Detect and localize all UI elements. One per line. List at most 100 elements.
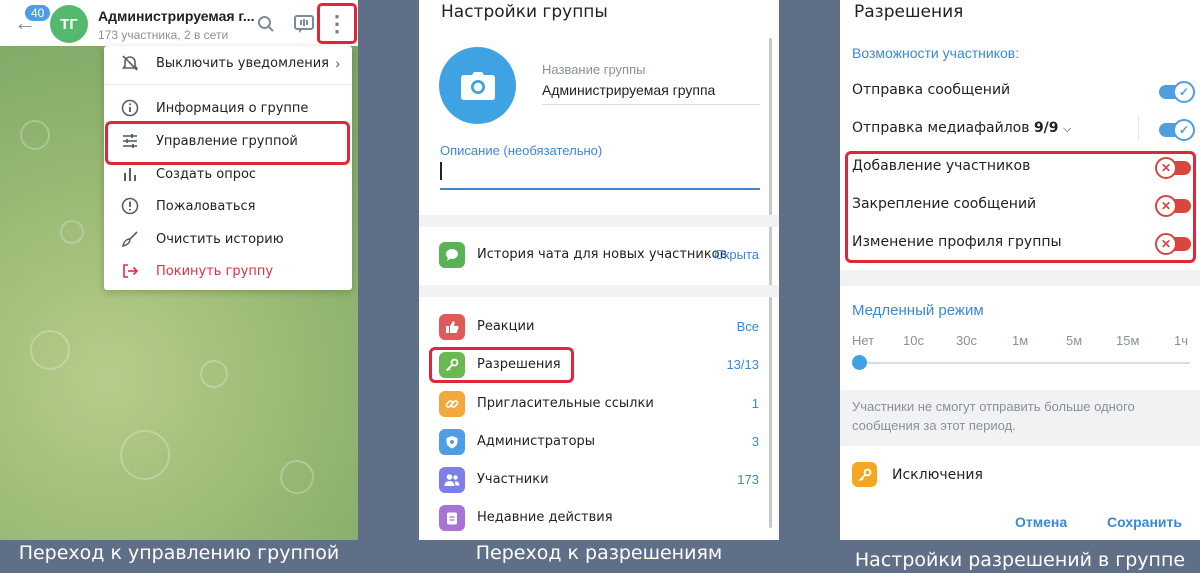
check-icon: ✓ — [1173, 81, 1195, 103]
group-subtitle: 173 участника, 2 в сети — [98, 28, 229, 42]
chat-screen: ← 40 ТГ Администрируемая г... 173 участн… — [0, 0, 358, 540]
row-label: Участники — [477, 472, 549, 487]
slow-mode-slider[interactable] — [858, 362, 1190, 364]
group-title[interactable]: Администрируемая г... — [98, 8, 255, 24]
more-vertical-icon: ⋮ — [326, 10, 348, 36]
highlight-restricted-permissions — [845, 151, 1196, 263]
perm-send-media-label: Отправка медиафайлов — [852, 120, 1030, 136]
menu-item-label: Создать опрос — [156, 166, 257, 182]
row-members[interactable]: Участники 173 — [419, 462, 769, 498]
chat-header: ← 40 ТГ Администрируемая г... 173 участн… — [0, 0, 358, 46]
vertical-separator — [1138, 116, 1139, 140]
slow-mode-title: Медленный режим — [852, 302, 984, 319]
row-label: Реакции — [477, 319, 535, 334]
perm-send-media-count: 9/9 — [1033, 120, 1059, 136]
menu-item-leave-group[interactable]: Покинуть группу — [104, 257, 352, 285]
row-label: Администраторы — [477, 434, 596, 449]
section-divider — [840, 270, 1200, 286]
save-button[interactable]: Сохранить — [1107, 514, 1182, 530]
more-menu-button[interactable]: ⋮ — [317, 3, 357, 44]
section-divider — [419, 215, 779, 227]
clipboard-icon — [439, 505, 465, 531]
users-icon — [439, 467, 465, 493]
info-icon — [104, 99, 156, 117]
menu-item-group-info[interactable]: Информация о группе — [104, 94, 352, 122]
camera-icon — [460, 71, 495, 100]
highlight-permissions — [429, 347, 574, 383]
cancel-button[interactable]: Отмена — [1015, 514, 1067, 530]
unread-badge: 40 — [25, 5, 51, 21]
scrollbar[interactable] — [769, 38, 772, 528]
text-cursor — [440, 162, 442, 180]
chevron-down-icon: ⌵ — [1063, 122, 1072, 135]
row-value: 13/13 — [726, 357, 759, 372]
voice-chat-icon[interactable] — [294, 15, 314, 38]
row-value: Все — [736, 319, 759, 334]
menu-item-report[interactable]: Пожаловаться — [104, 192, 352, 220]
section-divider — [419, 285, 779, 297]
group-name-underline — [542, 104, 760, 105]
chevron-right-icon: › — [335, 55, 340, 71]
slow-mode-tick: 5м — [1066, 333, 1083, 348]
menu-divider — [104, 84, 352, 85]
slow-mode-info: Участники не смогут отправить больше одн… — [840, 390, 1200, 446]
wallpaper-doodle — [280, 460, 314, 494]
slow-mode-tick: 30с — [956, 333, 977, 348]
row-value: 173 — [737, 472, 759, 487]
chat-context-menu: Выключить уведомления › Информация о гру… — [104, 46, 352, 290]
slow-mode-tick: 15м — [1116, 333, 1140, 348]
row-value: 1 — [751, 396, 759, 411]
wallpaper-doodle — [60, 220, 84, 244]
broom-icon — [104, 230, 156, 248]
slow-mode-tick: 1м — [1012, 333, 1029, 348]
link-icon — [439, 391, 465, 417]
description-input[interactable] — [440, 188, 760, 190]
poll-icon — [104, 165, 156, 183]
perm-send-messages-label: Отправка сообщений — [852, 82, 1011, 98]
exceptions-row[interactable]: Исключения — [892, 467, 983, 483]
check-icon: ✓ — [1173, 119, 1195, 141]
slow-mode-slider-handle[interactable] — [852, 355, 867, 370]
highlight-manage-group — [105, 121, 350, 165]
alert-circle-icon — [104, 197, 156, 215]
toggle-send-media[interactable]: ✓ — [1159, 119, 1195, 141]
section-title: Возможности участников: — [852, 45, 1020, 61]
menu-item-mute[interactable]: Выключить уведомления › — [104, 49, 352, 77]
row-recent-actions[interactable]: Недавние действия — [419, 500, 769, 536]
bell-off-icon — [104, 54, 156, 72]
row-administrators[interactable]: Администраторы 3 — [419, 424, 769, 460]
permissions-screen: Разрешения Возможности участников: Отпра… — [840, 0, 1200, 540]
group-settings-screen: Настройки группы Название группы Админис… — [419, 0, 779, 540]
caption-step-2: Переход к разрешениям — [475, 542, 723, 564]
perm-send-media-row[interactable]: Отправка медиафайлов 9/9 ⌵ — [852, 120, 1071, 136]
page-title: Настройки группы — [441, 2, 608, 22]
row-label: Пригласительные ссылки — [477, 396, 654, 411]
menu-item-label: Пожаловаться — [156, 198, 256, 214]
group-avatar[interactable]: ТГ — [50, 5, 88, 43]
slow-mode-tick: 10с — [903, 333, 924, 348]
thumbs-up-icon — [439, 314, 465, 340]
wallpaper-doodle — [30, 330, 70, 370]
menu-item-label: Выключить уведомления — [156, 55, 329, 71]
caption-step-3: Настройки разрешений в группе — [854, 549, 1186, 571]
shield-star-icon — [439, 429, 465, 455]
wallpaper-doodle — [20, 120, 50, 150]
row-invite-links[interactable]: Пригласительные ссылки 1 — [419, 386, 769, 422]
key-icon — [852, 462, 877, 487]
row-value: 3 — [751, 434, 759, 449]
wallpaper-doodle — [200, 360, 228, 388]
caption-step-1: Переход к управлению группой — [18, 542, 340, 564]
menu-item-clear-history[interactable]: Очистить историю — [104, 225, 352, 253]
toggle-send-messages[interactable]: ✓ — [1159, 81, 1195, 103]
group-name-label: Название группы — [542, 62, 646, 77]
description-label: Описание (необязательно) — [440, 143, 603, 158]
set-photo-button[interactable] — [439, 47, 516, 124]
slow-mode-tick: 1ч — [1174, 333, 1189, 348]
search-icon[interactable] — [257, 15, 275, 38]
chat-history-row[interactable]: История чата для новых участников Скрыта — [419, 237, 769, 273]
logout-icon — [104, 262, 156, 280]
group-name-input[interactable]: Администрируемая группа — [542, 82, 715, 98]
row-reactions[interactable]: Реакции Все — [419, 309, 769, 345]
row-label: История чата для новых участников — [477, 247, 728, 262]
row-value: Скрыта — [714, 247, 759, 262]
